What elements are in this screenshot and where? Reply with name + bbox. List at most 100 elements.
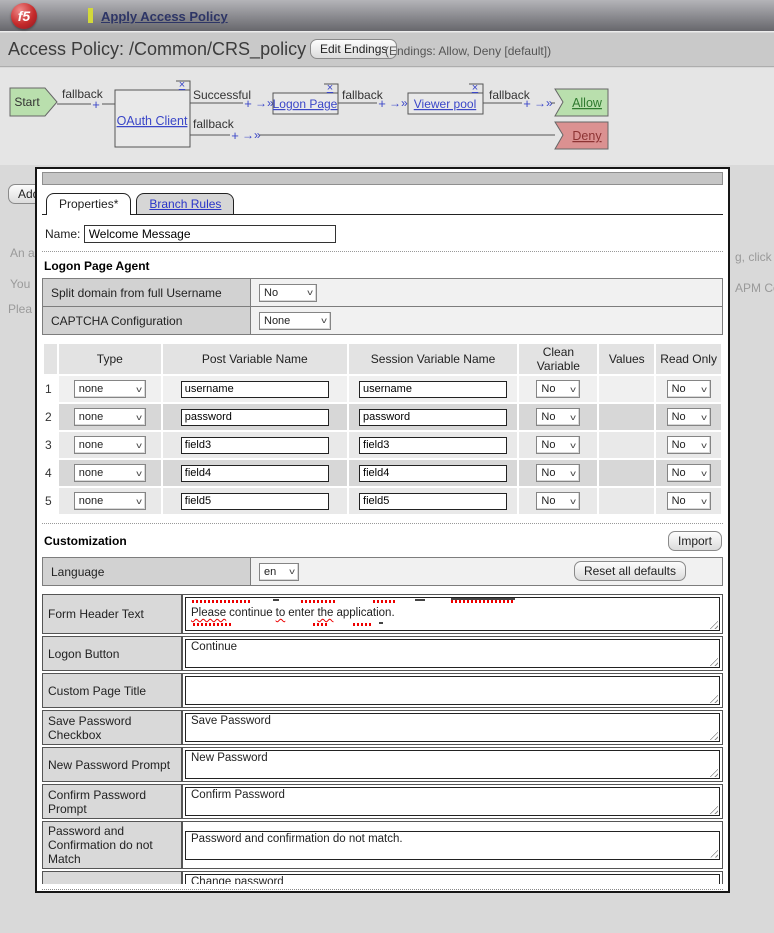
post-variable-input[interactable]	[180, 380, 329, 398]
values-cell	[599, 460, 655, 486]
f5-logo[interactable]: f5	[11, 3, 37, 29]
language-table: Language en v Reset all defaults	[42, 557, 723, 586]
form-header-textarea[interactable]: Please continue to enter the application.	[185, 597, 720, 631]
session-variable-input[interactable]	[359, 464, 508, 482]
form-field-label: Form Header Text	[42, 594, 182, 634]
session-variable-input[interactable]	[359, 492, 508, 510]
import-button[interactable]: Import	[667, 531, 722, 551]
type-select[interactable]: none v	[73, 408, 146, 426]
session-variable-input[interactable]	[359, 408, 508, 426]
custom-page-title-textarea[interactable]	[185, 676, 720, 705]
captcha-config-select[interactable]: None v	[259, 311, 331, 330]
resize-handle-icon[interactable]	[707, 846, 718, 858]
chevron-down-icon: v	[135, 412, 142, 422]
column-header: Read Only	[656, 344, 721, 374]
session-variable-input[interactable]	[359, 436, 508, 454]
chevron-down-icon: v	[135, 440, 142, 450]
resize-handle-icon[interactable]	[707, 766, 718, 777]
type-select[interactable]: none v	[73, 464, 146, 482]
agent-properties-dialog: Properties* Branch Rules Name: Logon Pag…	[35, 167, 730, 893]
change-password-textarea[interactable]: Change password	[185, 874, 720, 884]
add-action-icon[interactable]: +	[244, 96, 252, 111]
close-node-icon[interactable]: ×	[179, 79, 185, 91]
successful-edge-label: Successful	[193, 88, 251, 102]
deny-ending-link[interactable]: Deny	[572, 129, 602, 143]
clean-variable-select[interactable]: No v	[536, 436, 581, 454]
clean-variable-select[interactable]: No v	[536, 408, 581, 426]
post-variable-input[interactable]	[180, 436, 329, 454]
resize-handle-icon[interactable]	[707, 692, 718, 703]
row-number: 4	[45, 466, 52, 480]
logon-button-textarea[interactable]: Continue	[185, 639, 720, 668]
password-mismatch-textarea[interactable]: Password and confirmation do not match.	[185, 830, 720, 860]
resize-handle-icon[interactable]	[707, 803, 718, 814]
chevron-down-icon: v	[700, 412, 707, 422]
clipped-text-artifact	[191, 598, 714, 604]
form-field-label: Save Password Checkbox	[42, 710, 182, 745]
form-row: Password and Confirmation do not Match P…	[42, 821, 723, 869]
table-row: 2 nonev Nov Nov	[44, 404, 721, 430]
form-field-label: Change password	[42, 871, 182, 884]
resize-handle-icon[interactable]	[707, 729, 718, 740]
post-variable-input[interactable]	[180, 408, 329, 426]
type-select[interactable]: none v	[73, 492, 146, 510]
dialog-title-bar[interactable]	[42, 172, 723, 185]
table-row: 4 nonev Nov Nov	[44, 460, 721, 486]
read-only-select[interactable]: No v	[666, 436, 711, 454]
resize-handle-icon[interactable]	[707, 655, 718, 666]
form-row: New Password Prompt New Password	[42, 747, 723, 782]
form-row: Form Header Text Please continue to ente…	[42, 594, 723, 634]
close-node-icon[interactable]: ×	[472, 82, 478, 94]
form-field-label: Custom Page Title	[42, 673, 182, 708]
name-row: Name:	[45, 225, 721, 243]
type-select[interactable]: none v	[73, 380, 146, 398]
clipped-text-artifact	[191, 621, 714, 626]
name-label: Name:	[45, 227, 81, 241]
allow-ending-link[interactable]: Allow	[572, 96, 603, 110]
tab-properties[interactable]: Properties*	[46, 193, 132, 215]
agent-settings-table: Split domain from full Username No v CAP…	[42, 278, 723, 335]
language-select[interactable]: en v	[259, 562, 299, 581]
read-only-select[interactable]: No v	[666, 408, 711, 426]
table-row: 3 nonev Nov Nov	[44, 432, 721, 458]
name-input[interactable]	[83, 225, 336, 243]
read-only-select[interactable]: No v	[666, 380, 711, 398]
form-row: Confirm Password Prompt Confirm Password	[42, 784, 723, 819]
post-variable-input[interactable]	[180, 464, 329, 482]
oauth-client-link[interactable]: OAuth Client	[117, 114, 188, 128]
save-password-checkbox-textarea[interactable]: Save Password	[185, 713, 720, 742]
tab-branch-rules[interactable]: Branch Rules	[136, 193, 235, 214]
close-node-icon[interactable]: ×	[327, 82, 333, 94]
separator	[42, 251, 723, 252]
clean-variable-select[interactable]: No v	[536, 380, 581, 398]
screen: { "topbar": { "logo": "f5", "apply_link"…	[0, 0, 774, 933]
flow-arrow-icon: →»	[534, 96, 553, 110]
column-header: Values	[599, 344, 655, 374]
clean-variable-select[interactable]: No v	[536, 492, 581, 510]
new-password-prompt-textarea[interactable]: New Password	[185, 750, 720, 779]
chevron-down-icon: v	[321, 316, 327, 325]
add-action-icon[interactable]: +	[378, 96, 386, 111]
background-text: Plea	[8, 302, 33, 316]
type-select[interactable]: none v	[73, 436, 146, 454]
viewer-pool-link[interactable]: Viewer pool	[414, 97, 476, 111]
apply-access-policy-link[interactable]: Apply Access Policy	[101, 9, 228, 24]
table-row: CAPTCHA Configuration None v	[42, 306, 723, 335]
add-action-icon[interactable]: +	[92, 97, 100, 112]
form-field-label: Password and Confirmation do not Match	[42, 821, 182, 869]
language-label: Language	[42, 557, 251, 586]
logon-page-link[interactable]: Logon Page	[273, 97, 338, 111]
column-header: Clean Variable	[519, 344, 598, 374]
session-variable-input[interactable]	[359, 380, 508, 398]
post-variable-input[interactable]	[180, 492, 329, 510]
add-action-icon[interactable]: +	[231, 128, 239, 143]
add-action-icon[interactable]: +	[523, 96, 531, 111]
start-node-label: Start	[14, 95, 40, 109]
clean-variable-select[interactable]: No v	[536, 464, 581, 482]
split-domain-select[interactable]: No v	[259, 283, 317, 302]
confirm-password-prompt-textarea[interactable]: Confirm Password	[185, 787, 720, 816]
form-field-label: New Password Prompt	[42, 747, 182, 782]
read-only-select[interactable]: No v	[666, 492, 711, 510]
reset-all-defaults-button[interactable]: Reset all defaults	[573, 561, 686, 581]
read-only-select[interactable]: No v	[666, 464, 711, 482]
